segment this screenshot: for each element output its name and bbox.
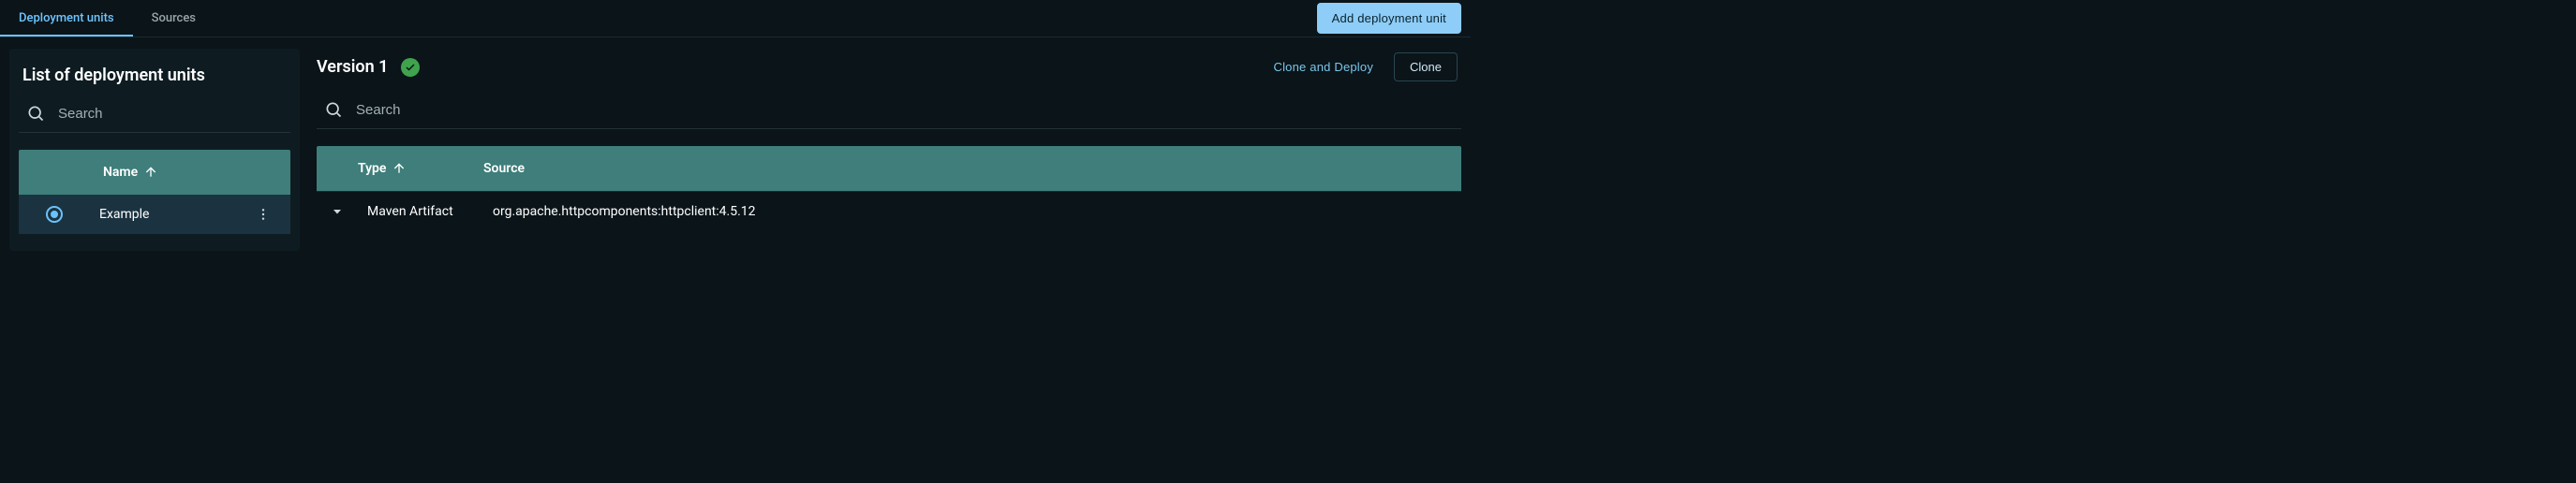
column-name-sort[interactable]: Name <box>103 165 158 180</box>
version-title: Version 1 <box>317 57 388 77</box>
search-icon <box>26 104 45 123</box>
radio-selected-icon[interactable] <box>46 206 63 223</box>
column-type-label: Type <box>358 161 386 176</box>
chevron-down-icon <box>332 206 343 217</box>
deployment-units-panel: List of deployment units Name Example <box>9 49 300 251</box>
panel-title: List of deployment units <box>19 62 290 98</box>
sort-asc-icon <box>392 161 407 176</box>
tab-deployment-units[interactable]: Deployment units <box>0 0 133 37</box>
clone-button[interactable]: Clone <box>1394 52 1458 81</box>
row-name: Example <box>99 207 240 222</box>
table-header: Type Source <box>317 146 1461 191</box>
kebab-icon <box>256 207 271 222</box>
version-detail-panel: Version 1 Clone and Deploy Clone Type So… <box>317 49 1461 251</box>
search-input[interactable] <box>356 102 1454 118</box>
table-row[interactable]: Maven Artifact org.apache.httpcomponents… <box>317 191 1461 230</box>
tab-sources[interactable]: Sources <box>133 0 215 37</box>
expand-row-button[interactable] <box>317 206 358 217</box>
table-header: Name <box>19 150 290 195</box>
search-icon <box>324 100 343 119</box>
row-menu-button[interactable] <box>249 207 277 222</box>
sort-asc-icon <box>143 165 158 180</box>
add-deployment-unit-button[interactable]: Add deployment unit <box>1317 3 1461 34</box>
search-input[interactable] <box>58 106 283 122</box>
clone-and-deploy-button[interactable]: Clone and Deploy <box>1260 52 1386 81</box>
row-type: Maven Artifact <box>367 204 483 219</box>
row-source: org.apache.httpcomponents:httpclient:4.5… <box>493 204 1448 219</box>
column-name-label: Name <box>103 165 138 180</box>
table-row[interactable]: Example <box>19 195 290 234</box>
column-source-label: Source <box>483 161 1448 176</box>
status-success-icon <box>401 58 420 77</box>
column-type-sort[interactable]: Type <box>358 161 474 176</box>
